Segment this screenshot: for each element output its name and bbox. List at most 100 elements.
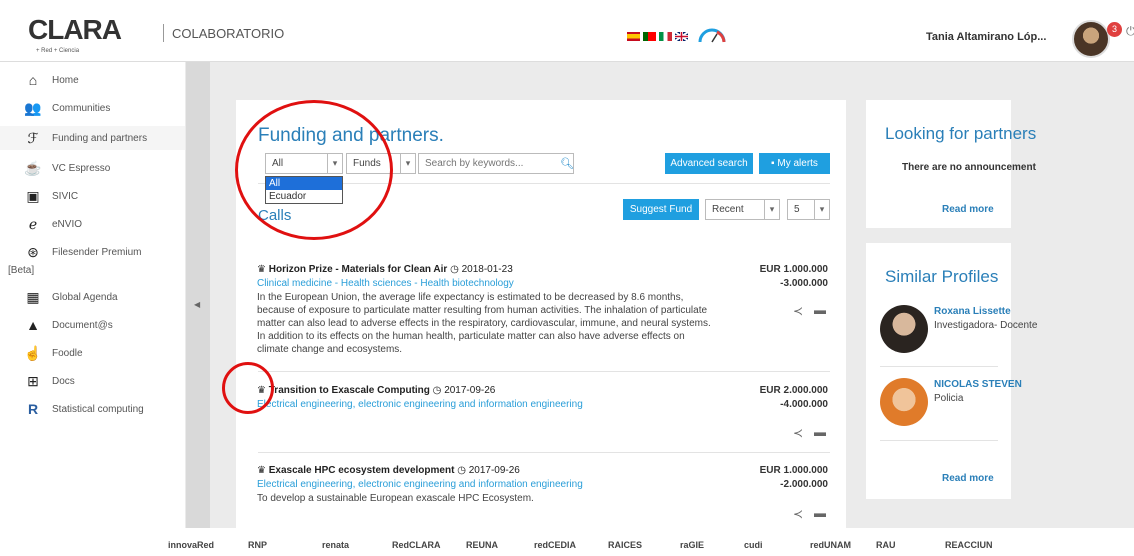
uk-flag-icon[interactable] <box>675 32 688 41</box>
speed-gauge-icon[interactable] <box>697 26 727 44</box>
divider <box>258 452 830 453</box>
clock-icon: ◷ <box>457 465 466 476</box>
partner-logo[interactable]: RNP <box>248 540 267 550</box>
logo-sub: + Red + Ciencia <box>36 48 80 54</box>
redclara-logo[interactable]: CLARA + Red + Ciencia <box>28 14 163 58</box>
share-icon[interactable]: ≺ <box>793 426 803 440</box>
partner-logo[interactable]: raGIE <box>680 540 704 550</box>
page-size-select[interactable]: 5 ▾ <box>787 199 830 220</box>
call-category[interactable]: Electrical engineering, electronic engin… <box>257 399 583 410</box>
annotation-ring <box>222 362 274 414</box>
divider <box>258 371 830 372</box>
partner-logo[interactable]: RedCLARA <box>392 540 441 550</box>
partner-logo[interactable]: RAU <box>876 540 896 550</box>
r-icon: R <box>27 401 39 417</box>
advanced-search-button[interactable]: Advanced search <box>665 153 753 174</box>
award-icon: ♛ <box>257 465 269 476</box>
suggest-fund-button[interactable]: Suggest Fund <box>623 199 699 220</box>
partner-logo[interactable]: REUNA <box>466 540 498 550</box>
sidebar-item-documents[interactable]: ▲ Document@s <box>0 315 185 335</box>
sidebar-item-vc-espresso[interactable]: ☕ VC Espresso <box>0 158 185 178</box>
call-title-text: Horizon Prize - Materials for Clean Air <box>268 264 448 275</box>
sidebar-item-sivic[interactable]: ▣ SIVIC <box>0 186 185 206</box>
call-description: To develop a sustainable European exasca… <box>257 493 534 504</box>
collapse-arrow-icon: ◀ <box>194 300 201 309</box>
documents-icon: ▲ <box>26 317 40 333</box>
profile-name[interactable]: NICOLAS STEVEN <box>934 379 1022 390</box>
filesender-icon: ⊛ <box>27 243 39 260</box>
sidebar-item-label: Filesender Premium <box>52 246 142 258</box>
sidebar-item-statistical[interactable]: R Statistical computing <box>0 399 185 419</box>
search-icon[interactable]: 🔍︎ <box>560 157 574 170</box>
power-icon[interactable]: ⏻ <box>1126 24 1134 39</box>
user-avatar[interactable] <box>1072 20 1110 58</box>
call-category[interactable]: Clinical medicine - Health sciences - He… <box>257 278 514 289</box>
page-size-value: 5 <box>794 204 800 215</box>
partner-logo[interactable]: redCEDIA <box>534 540 576 550</box>
partner-logo[interactable]: renata <box>322 540 349 550</box>
annotation-ring <box>235 100 393 240</box>
share-icon[interactable]: ≺ <box>793 304 803 318</box>
logo-text: CLARA <box>28 14 122 45</box>
pt-flag-icon[interactable] <box>643 32 656 41</box>
sidebar-item-label: Funding and partners <box>52 132 148 144</box>
sidebar-item-label-beta: [Beta] <box>8 265 35 276</box>
sidebar-collapse-bar[interactable]: ◀ <box>186 62 210 528</box>
communities-icon: 👥 <box>24 99 42 116</box>
sidebar-item-label: Home <box>52 74 79 86</box>
partner-logo[interactable]: REACCIUN <box>945 540 993 550</box>
read-more-link[interactable]: Read more <box>942 473 994 484</box>
sidebar-item-global-agenda[interactable]: ▦ Global Agenda <box>0 287 185 307</box>
it-flag-icon[interactable] <box>659 32 672 41</box>
sidebar-item-label: Document@s <box>52 319 113 331</box>
profile-avatar[interactable] <box>880 305 928 353</box>
sidebar-item-filesender[interactable]: ⊛ Filesender Premium <box>0 242 185 262</box>
save-icon[interactable]: ▬ <box>814 425 826 439</box>
chevron-down-icon: ▾ <box>400 154 415 173</box>
search-input[interactable] <box>418 153 574 174</box>
divider <box>880 366 998 367</box>
sidebar-item-label: eNVIO <box>52 218 83 230</box>
partner-logo[interactable]: redUNAM <box>810 540 851 550</box>
sidebar-item-envio[interactable]: ℯ eNVIO <box>0 214 185 234</box>
save-icon[interactable]: ▬ <box>814 303 826 317</box>
sidebar-item-funding[interactable]: ℱ Funding and partners <box>0 126 185 150</box>
call-title-text: Exascale HPC ecosystem development <box>268 465 455 476</box>
sidebar-item-label: Communities <box>52 102 111 114</box>
my-alerts-button[interactable]: ▪ My alerts <box>759 153 830 174</box>
user-name[interactable]: Tania Altamirano Lóp... <box>926 31 1046 43</box>
profile-avatar[interactable] <box>880 378 928 426</box>
sort-select[interactable]: Recent ▾ <box>705 199 780 220</box>
profile-name[interactable]: Roxana Lissette <box>934 306 1011 317</box>
es-flag-icon[interactable] <box>627 32 640 41</box>
sidebar-item-communities[interactable]: 👥 Communities <box>0 98 185 118</box>
sidebar-item-docs[interactable]: ⊞ Docs <box>0 371 185 391</box>
partner-logo[interactable]: innovaRed <box>168 540 214 550</box>
save-icon[interactable]: ▬ <box>814 506 826 520</box>
call-amount-min: EUR 1.000.000 <box>759 465 828 476</box>
divider <box>880 440 998 441</box>
call-title[interactable]: ♛ Transition to Exascale Computing ◷ 201… <box>257 385 495 396</box>
sidebar-item-label: VC Espresso <box>52 162 111 174</box>
partner-logo[interactable]: RAICES <box>608 540 642 550</box>
call-description: In the European Union, the average life … <box>257 292 711 355</box>
home-icon: ⌂ <box>28 72 38 88</box>
looking-partners-title: Looking for partners <box>885 124 1037 143</box>
call-title[interactable]: ♛ Horizon Prize - Materials for Clean Ai… <box>257 264 513 275</box>
notification-badge[interactable]: 3 <box>1107 22 1122 37</box>
chevron-down-icon: ▾ <box>764 200 779 219</box>
call-title[interactable]: ♛ Exascale HPC ecosystem development ◷ 2… <box>257 465 520 476</box>
docs-icon: ⊞ <box>27 372 39 389</box>
call-date: 2018-01-23 <box>461 264 513 275</box>
sidebar: ⌂ Home 👥 Communities ℱ Funding and partners… <box>0 62 185 528</box>
share-icon[interactable]: ≺ <box>793 507 803 521</box>
call-title-text: Transition to Exascale Computing <box>268 385 430 396</box>
sidebar-item-home[interactable]: ⌂ Home <box>0 70 185 90</box>
read-more-link[interactable]: Read more <box>942 204 994 215</box>
sidebar-item-foodle[interactable]: ☝ Foodle <box>0 343 185 363</box>
foodle-icon: ☝ <box>24 344 42 361</box>
sidebar-item-label: Global Agenda <box>52 291 118 303</box>
partner-logo[interactable]: cudi <box>744 540 763 550</box>
call-date: 2017-09-26 <box>468 465 520 476</box>
call-category[interactable]: Electrical engineering, electronic engin… <box>257 479 583 490</box>
